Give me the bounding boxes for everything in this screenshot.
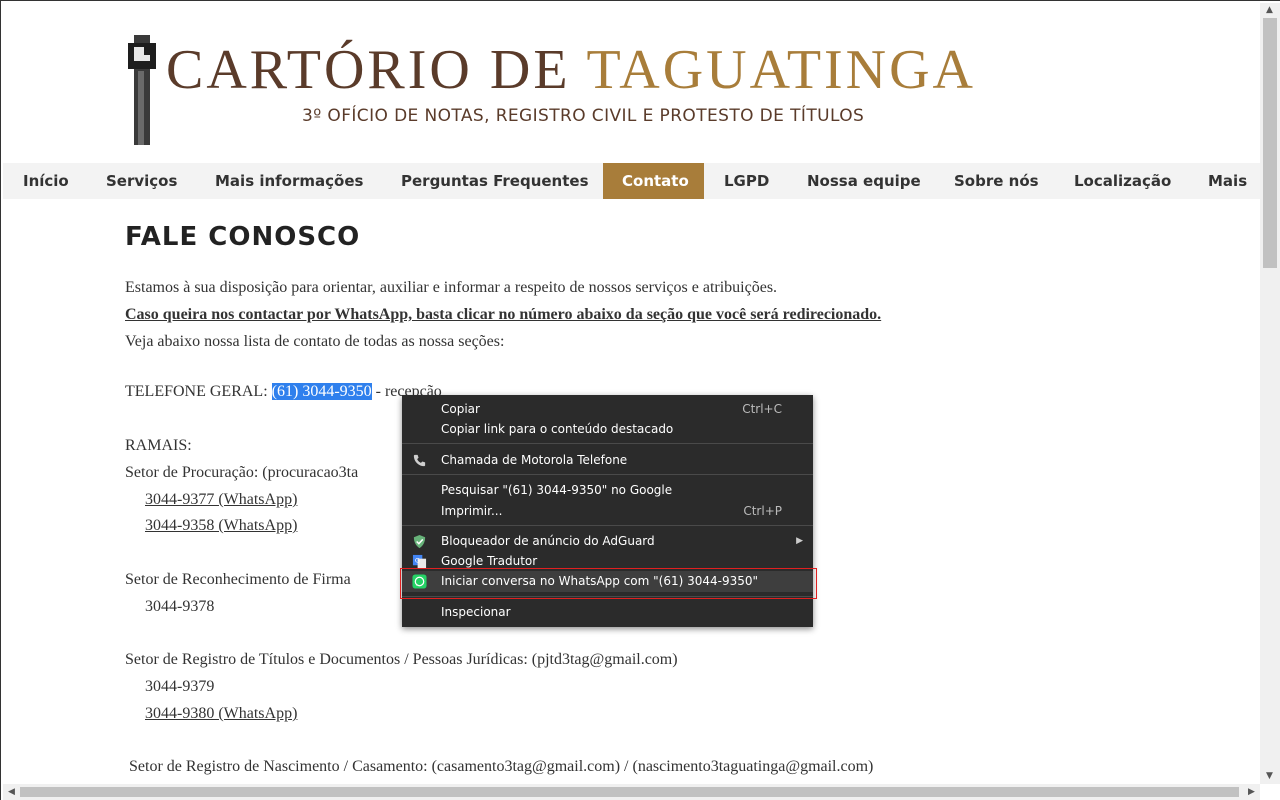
menu-item-search-label: Pesquisar "(61) 3044-9350" no Google <box>441 483 673 497</box>
titulos-phone1: 3044-9379 <box>145 678 215 695</box>
menu-item-call-label: Chamada de Motorola Telefone <box>441 453 628 467</box>
menu-item-copy-shortcut: Ctrl+C <box>742 402 782 416</box>
menu-item-copy[interactable]: Copiar Ctrl+C <box>402 399 813 420</box>
menu-item-print-label: Imprimir... <box>441 504 503 518</box>
menu-item-adguard[interactable]: Bloqueador de anúncio do AdGuard ▶ <box>402 531 813 552</box>
procuracao-phone1-link[interactable]: 3044-9377 (WhatsApp) <box>145 491 297 509</box>
telefone-number-link[interactable]: (61) 3044-9350 <box>271 383 372 400</box>
nav-item-inicio[interactable]: Início <box>3 163 87 199</box>
svg-text:G: G <box>415 556 420 564</box>
menu-item-copy-link-label: Copiar link para o conteúdo destacado <box>441 422 674 436</box>
nav-item-servicos[interactable]: Serviços <box>87 163 197 199</box>
procuracao-label: Setor de Procuração: (procuracao3ta <box>125 464 359 481</box>
menu-separator <box>402 474 813 475</box>
site-header: CARTÓRIO DE TAGUATINGA 3º OFÍCIO DE NOTA… <box>0 0 1260 162</box>
ramais-label: RAMAIS: <box>125 437 192 454</box>
procuracao-phone2-link[interactable]: 3044-9358 (WhatsApp) <box>145 517 297 535</box>
menu-item-print[interactable]: Imprimir... Ctrl+P <box>402 501 813 522</box>
nav-item-lgpd[interactable]: LGPD <box>704 163 788 199</box>
titulos-label: Setor de Registro de Títulos e Documento… <box>125 651 678 668</box>
menu-item-search-google[interactable]: Pesquisar "(61) 3044-9350" no Google <box>402 480 813 501</box>
whatsapp-note: Caso queira nos contactar por WhatsApp, … <box>125 306 882 323</box>
menu-separator <box>402 525 813 526</box>
page-heading: FALE CONOSCO <box>125 222 361 252</box>
submenu-arrow-icon: ▶ <box>796 536 803 546</box>
menu-item-copy-label: Copiar <box>441 402 480 416</box>
menu-item-copy-link[interactable]: Copiar link para o conteúdo destacado <box>402 419 813 440</box>
main-nav: Início Serviços Mais informações Pergunt… <box>3 163 1260 199</box>
site-title-part2: TAGUATINGA <box>586 39 976 101</box>
nascimento-label: Setor de Registro de Nascimento / Casame… <box>129 758 874 775</box>
menu-item-print-shortcut: Ctrl+P <box>743 504 782 518</box>
scroll-down-arrow-icon[interactable]: ▼ <box>1266 771 1273 781</box>
nav-item-mais[interactable]: Mais <box>1192 163 1260 199</box>
menu-separator <box>402 443 813 444</box>
scroll-left-arrow-icon[interactable]: ◀ <box>8 787 15 797</box>
vertical-scrollbar-thumb[interactable] <box>1263 18 1277 268</box>
firma-phone: 3044-9378 <box>145 598 215 615</box>
site-title-part1: CARTÓRIO DE <box>166 39 571 101</box>
nav-item-sobre-nos[interactable]: Sobre nós <box>936 163 1054 199</box>
phone-icon <box>413 454 426 467</box>
adguard-shield-icon <box>413 534 426 549</box>
logo-emblem[interactable] <box>120 25 170 145</box>
highlight-annotation-box <box>400 568 817 599</box>
horizontal-scrollbar-thumb[interactable] <box>20 787 1239 797</box>
google-translate-icon: G <box>412 554 427 569</box>
site-title[interactable]: CARTÓRIO DE TAGUATINGA <box>166 40 976 100</box>
telefone-label: TELEFONE GERAL: <box>125 383 272 400</box>
site-subtitle: 3º OFÍCIO DE NOTAS, REGISTRO CIVIL E PRO… <box>302 106 865 126</box>
menu-item-call[interactable]: Chamada de Motorola Telefone <box>402 450 813 471</box>
menu-item-inspect-label: Inspecionar <box>441 605 511 619</box>
nav-item-mais-informacoes[interactable]: Mais informações <box>197 163 381 199</box>
nav-item-contato[interactable]: Contato <box>603 163 704 199</box>
intro-text: Estamos à sua disposição para orientar, … <box>125 279 778 296</box>
telefone-geral-line: TELEFONE GERAL: (61) 3044-9350 - recepçã… <box>125 383 442 401</box>
scroll-right-arrow-icon[interactable]: ▶ <box>1248 787 1255 797</box>
nav-item-nossa-equipe[interactable]: Nossa equipe <box>788 163 936 199</box>
titulos-phone2-link[interactable]: 3044-9380 (WhatsApp) <box>145 705 297 723</box>
nav-item-localizacao[interactable]: Localização <box>1054 163 1192 199</box>
firma-label: Setor de Reconhecimento de Firma <box>125 571 351 588</box>
nav-item-perguntas-frequentes[interactable]: Perguntas Frequentes <box>381 163 603 199</box>
menu-item-adguard-label: Bloqueador de anúncio do AdGuard <box>441 534 655 548</box>
scroll-up-arrow-icon[interactable]: ▲ <box>1266 5 1273 15</box>
list-note: Veja abaixo nossa lista de contato de to… <box>125 333 505 350</box>
menu-item-inspect[interactable]: Inspecionar <box>402 602 813 623</box>
